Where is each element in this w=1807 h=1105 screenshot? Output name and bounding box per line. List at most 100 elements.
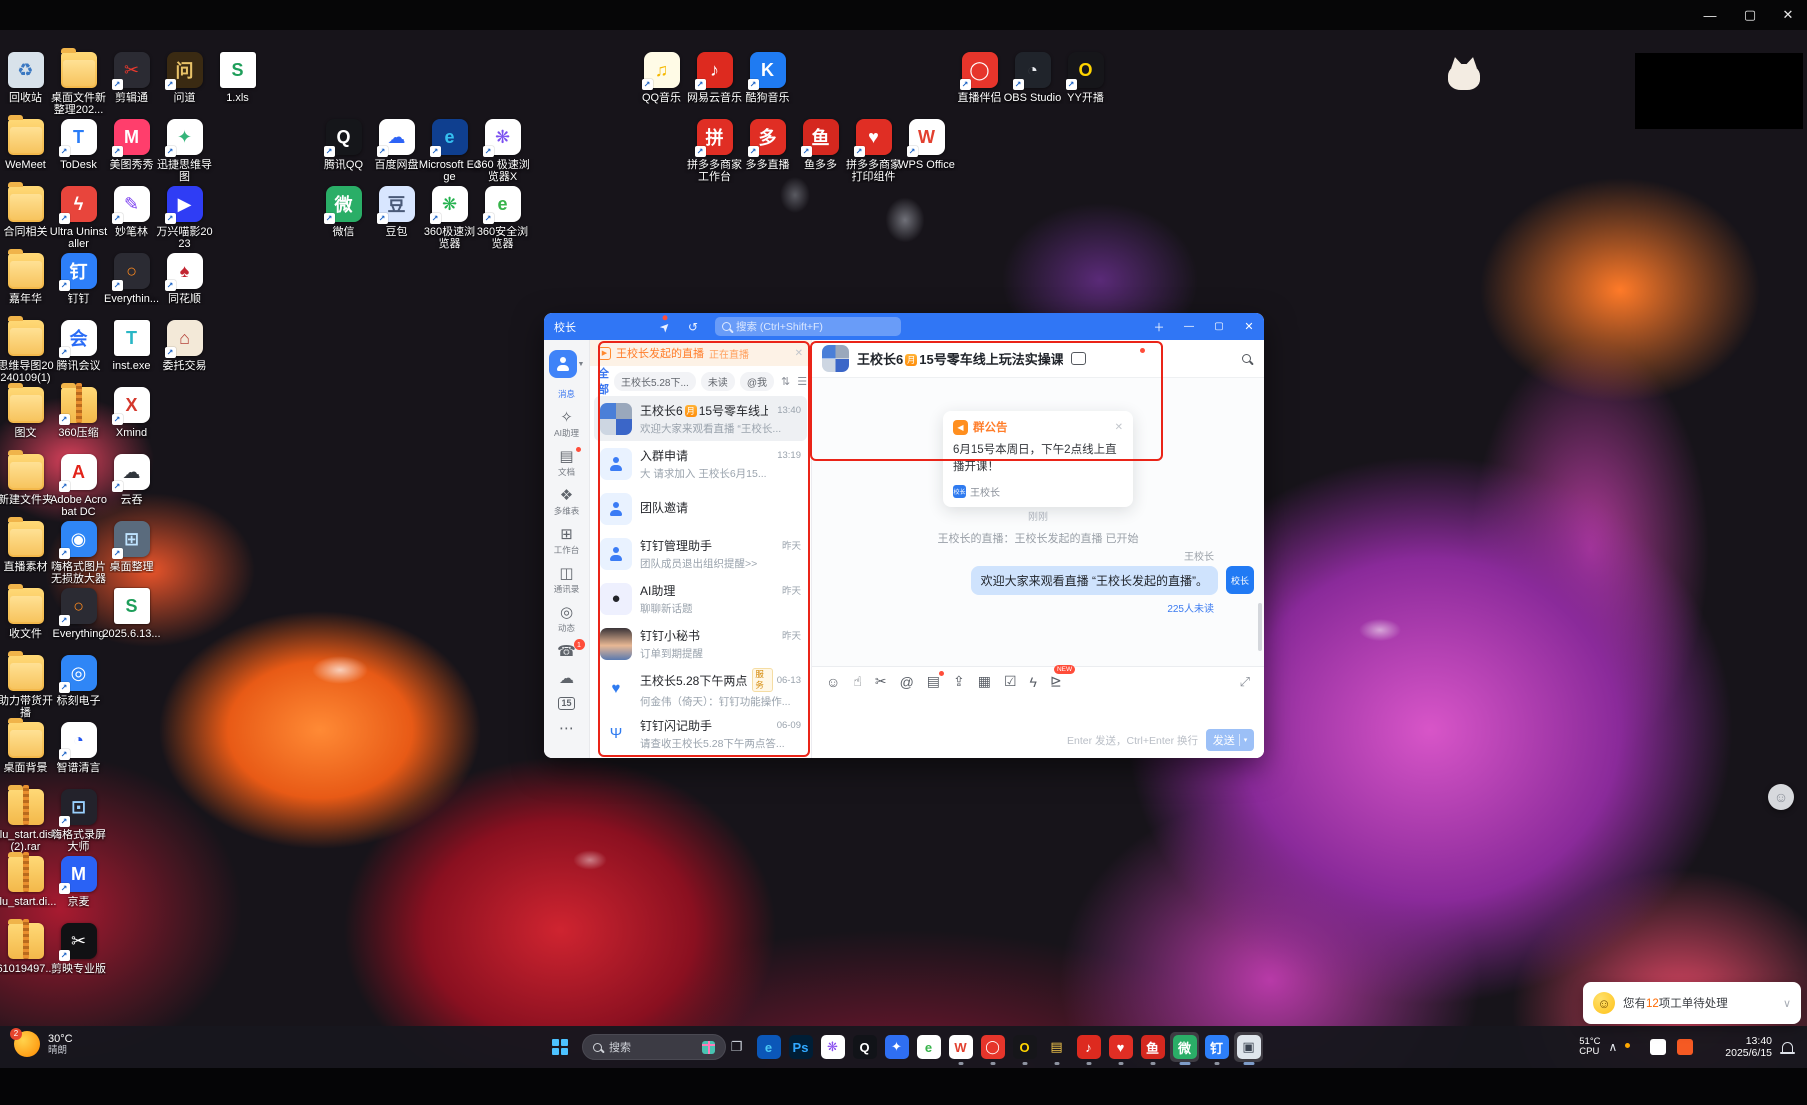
expand-icon[interactable]: ⤢ bbox=[1240, 674, 1250, 690]
chat-list-item[interactable]: 团队邀请 bbox=[594, 486, 807, 531]
notification-bell-icon[interactable] bbox=[1782, 1042, 1793, 1052]
desktop-icon[interactable]: e ↗ 360安全浏览器 bbox=[476, 186, 529, 253]
dingtalk-maximize-button[interactable]: ▢ bbox=[1204, 313, 1234, 340]
chat-list-item[interactable]: 王校长6月15号零车线上玩... 13:40 欢迎大家来观看直播 “王校长... bbox=[594, 396, 807, 441]
desktop-icon[interactable]: ↗ 助力带货开播 bbox=[0, 655, 52, 722]
floating-assistant-ball[interactable]: ☺ bbox=[1768, 784, 1794, 810]
desktop-icon[interactable]: ○ ↗ Everythin... bbox=[105, 253, 158, 320]
desktop-icon[interactable]: M ↗ 美图秀秀 bbox=[105, 119, 158, 186]
outer-minimize-button[interactable]: — bbox=[1693, 4, 1727, 26]
desktop-icon[interactable]: ☁ ↗ 云吞 bbox=[105, 454, 158, 521]
group-announcement-card[interactable]: ◀ 群公告 ✕ 6月15号本周日，下午2点线上直播开课！ 校长 王校长 bbox=[943, 411, 1133, 507]
outer-maximize-button[interactable]: ▢ bbox=[1733, 4, 1767, 26]
desktop-icon[interactable]: ϟ ↗ Ultra Uninstaller bbox=[52, 186, 105, 253]
dingtalk-titlebar[interactable]: 校长 ➤ ↺ 搜索 (Ctrl+Shift+F) ＋ — ▢ ✕ bbox=[544, 313, 1264, 340]
start-button[interactable] bbox=[548, 1035, 572, 1059]
desktop-icon[interactable]: 会 ↗ 腾讯会议 bbox=[52, 320, 105, 387]
desktop-icon[interactable]: 问 ↗ 问道 bbox=[158, 52, 211, 119]
desktop-icon[interactable]: S ↗ 2025.6.13... bbox=[105, 588, 158, 655]
weather-widget[interactable]: 2 30°C 晴朗 bbox=[14, 1031, 73, 1057]
desktop-icon[interactable]: X ↗ Xmind bbox=[105, 387, 158, 454]
chat-list-item[interactable]: ● AI助理 昨天 聊聊新话题 bbox=[594, 576, 807, 621]
desktop-icon[interactable]: ♠ ↗ 同花顺 bbox=[158, 253, 211, 320]
sidebar-item[interactable]: ◎ 动态 bbox=[547, 604, 587, 634]
sidebar-item[interactable]: 消息 bbox=[547, 387, 587, 400]
filter-all[interactable]: 全部 bbox=[598, 365, 609, 397]
filter-pill[interactable]: @我 bbox=[740, 372, 774, 391]
desktop-icon[interactable]: ◉ ↗ 嗨格式图片无损放大器 bbox=[52, 521, 105, 588]
desktop-icon[interactable]: W ↗ WPS Office bbox=[900, 119, 953, 186]
desktop-icon[interactable]: T ↗ ToDesk bbox=[52, 119, 105, 186]
cpu-temp-widget[interactable]: 51°C CPU bbox=[1579, 1037, 1600, 1058]
desktop-icon[interactable]: 多 ↗ 多多直播 bbox=[741, 119, 794, 186]
desktop-icon[interactable]: ↗ jilu_start.di... bbox=[0, 856, 52, 923]
chat-list-item[interactable]: 钉钉管理助手 昨天 团队成员退出组织提醒>> bbox=[594, 531, 807, 576]
outer-close-button[interactable]: ✕ bbox=[1771, 4, 1805, 26]
sidebar-item[interactable]: ☁ bbox=[547, 670, 587, 688]
dingtalk-minimize-button[interactable]: — bbox=[1174, 313, 1204, 340]
desktop-icon[interactable]: ↗ 收文件 bbox=[0, 588, 52, 655]
desktop-icon[interactable]: 钉 ↗ 钉钉 bbox=[52, 253, 105, 320]
sidebar-item[interactable]: ▤ 文档 bbox=[547, 448, 587, 478]
desktop-icon[interactable]: Q ↗ 腾讯QQ bbox=[317, 119, 370, 186]
message-avatar[interactable]: 校长 bbox=[1226, 566, 1254, 594]
desktop-icon[interactable]: ↗ 思维导图20240109(1) bbox=[0, 320, 52, 387]
desktop-icon[interactable]: T ↗ inst.exe bbox=[105, 320, 158, 387]
desktop-icon[interactable]: ♥ ↗ 拼多多商家打印组件 bbox=[847, 119, 900, 186]
desktop-icon[interactable]: ✂ ↗ 剪映专业版 bbox=[52, 923, 105, 990]
chat-scrollbar[interactable] bbox=[1258, 603, 1262, 651]
chat-list-item[interactable]: Ψ 钉钉闪记助手 06-09 请查收王校长5.28下午两点答... bbox=[594, 711, 807, 756]
filter-pill[interactable]: 王校长5.28下... bbox=[614, 372, 696, 391]
announcement-close-icon[interactable]: ✕ bbox=[1115, 422, 1123, 433]
desktop-icon[interactable]: ❋ ↗ 360 极速浏览器X bbox=[476, 119, 529, 186]
desktop-icon[interactable]: ↗ WeMeet bbox=[0, 119, 52, 186]
desktop-icon[interactable]: ◯ ↗ 直播伴侣 bbox=[953, 52, 1006, 119]
dingtalk-new-chat-button[interactable]: ＋ bbox=[1144, 313, 1174, 340]
rocket-icon[interactable]: ➤ bbox=[652, 314, 677, 339]
chat-search-icon-mag[interactable] bbox=[1239, 351, 1254, 367]
sidebar-item[interactable]: ✧ AI助理 bbox=[547, 409, 587, 439]
clock-widget[interactable]: 13:40 2025/6/15 bbox=[1725, 1035, 1772, 1059]
dingtalk-search-input[interactable]: 搜索 (Ctrl+Shift+F) bbox=[715, 317, 901, 336]
desktop-icon[interactable]: ◎ ↗ 标刻电子 bbox=[52, 655, 105, 722]
message-bubble[interactable]: 欢迎大家来观看直播 “王校长发起的直播”。 bbox=[971, 566, 1218, 595]
desktop-icon[interactable]: S ↗ 1.xls bbox=[211, 52, 264, 119]
desktop-icon[interactable]: ⊞ ↗ 桌面整理 bbox=[105, 521, 158, 588]
sidebar-item[interactable]: ◫ 通讯录 bbox=[547, 565, 587, 595]
sidebar-item[interactable]: ❖ 多维表 bbox=[547, 487, 587, 517]
desktop-icon[interactable]: ○ ↗ Everything bbox=[52, 588, 105, 655]
unread-count-link[interactable]: 225人未读 bbox=[834, 600, 1214, 615]
desktop-icon[interactable]: ✂ ↗ 剪辑通 bbox=[105, 52, 158, 119]
sort-icon[interactable]: ⇅ bbox=[781, 375, 790, 388]
live-banner-close-icon[interactable]: ✕ bbox=[795, 348, 803, 359]
workorder-toast[interactable]: ☺ 您有12项工单待处理 ∨ bbox=[1583, 982, 1801, 1024]
desktop-icon[interactable]: ✎ ↗ 妙笔林 bbox=[105, 186, 158, 253]
desktop-icon[interactable]: ↗ 直播素材 bbox=[0, 521, 52, 588]
group-avatar[interactable] bbox=[822, 345, 849, 372]
sidebar-item[interactable]: 15 bbox=[547, 697, 587, 711]
desktop-icon[interactable]: ✦ ↗ 迅捷思维导图 bbox=[158, 119, 211, 186]
desktop-icon[interactable]: ↗ 360压缩 bbox=[52, 387, 105, 454]
desktop-icon[interactable]: ↗ 图文 bbox=[0, 387, 52, 454]
desktop-icon[interactable]: ◔ ↗ 智谱清言 bbox=[52, 722, 105, 789]
desktop-icon[interactable]: e ↗ Microsoft Edge bbox=[423, 119, 476, 186]
desktop-icon[interactable]: ↗ jilu_start.dist(2).rar bbox=[0, 789, 52, 856]
desktop-icon[interactable]: ↗ 桌面文件新整理202... bbox=[52, 52, 105, 119]
desktop-icon[interactable]: ◔ ↗ OBS Studio bbox=[1006, 52, 1059, 119]
desktop-icon[interactable]: ⌂ ↗ 委托交易 bbox=[158, 320, 211, 387]
desktop-icon[interactable]: ⊡ ↗ 嗨格式录屏大师 bbox=[52, 789, 105, 856]
history-icon[interactable]: ↺ bbox=[684, 318, 702, 336]
desktop-icon[interactable]: 拼 ↗ 拼多多商家工作台 bbox=[688, 119, 741, 186]
desktop-icon[interactable]: ↗ 合同相关 bbox=[0, 186, 52, 253]
live-banner[interactable]: ▶ 王校长发起的直播 正在直播 ✕ bbox=[590, 340, 811, 366]
dingtalk-close-button[interactable]: ✕ bbox=[1234, 313, 1264, 340]
desktop-icon[interactable]: 微 ↗ 微信 bbox=[317, 186, 370, 253]
desktop-icon[interactable]: ☁ ↗ 百度网盘 bbox=[370, 119, 423, 186]
desktop-icon[interactable]: ♻ ↗ 回收站 bbox=[0, 52, 52, 119]
desktop-icon[interactable]: M ↗ 京麦 bbox=[52, 856, 105, 923]
chat-list-item[interactable]: 钉钉小秘书 昨天 订单到期提醒 bbox=[594, 621, 807, 666]
desktop-icon[interactable]: ↗ 61019497... bbox=[0, 923, 52, 990]
desktop-icon[interactable]: 鱼 ↗ 鱼多多 bbox=[794, 119, 847, 186]
menu-icon[interactable]: ☰ bbox=[797, 375, 807, 388]
sidebar-item[interactable]: ⊞ 工作台 bbox=[547, 526, 587, 556]
